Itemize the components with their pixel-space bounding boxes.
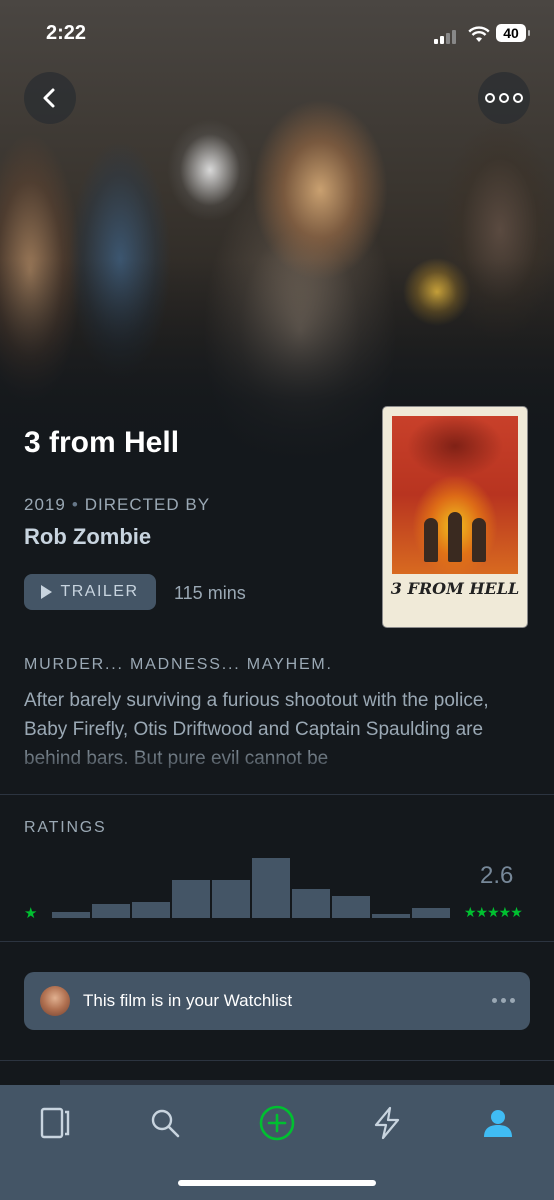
poster-title: 3 FROM HELL [390,579,520,598]
more-options-button[interactable] [478,72,530,124]
histogram-bar[interactable] [172,880,210,918]
histogram-bar[interactable] [412,908,450,918]
wifi-icon [468,26,490,42]
tab-add[interactable] [257,1103,297,1143]
synopsis-fade [0,740,554,780]
watchlist-card[interactable]: This film is in your Watchlist [24,972,530,1030]
film-title: 3 from Hell [24,426,180,459]
divider [0,794,554,795]
ratings-label: RATINGS [24,819,107,836]
lightning-icon [374,1106,400,1140]
divider [0,1060,554,1061]
plus-circle-icon [259,1105,295,1141]
tab-search[interactable] [145,1103,185,1143]
watchlist-text: This film is in your Watchlist [83,991,293,1010]
status-bar: 2:22 40 [0,22,554,48]
histogram-bar[interactable] [132,902,170,918]
directed-by-label: DIRECTED BY [84,495,211,514]
battery-icon: 40 [496,24,530,42]
ratings-histogram[interactable] [52,858,450,918]
histogram-bar[interactable] [92,904,130,918]
chevron-left-icon [43,88,55,108]
histogram-bar[interactable] [332,896,370,918]
ratings-average: 2.6 [480,862,514,889]
histogram-bar[interactable] [372,914,410,918]
search-icon [151,1109,180,1138]
status-time: 2:22 [46,22,87,44]
trailer-label: TRAILER [60,583,139,600]
tab-activity[interactable] [367,1103,407,1143]
watchlist-more-icon[interactable] [492,998,519,1003]
avatar [40,986,70,1016]
tab-profile[interactable] [478,1103,518,1143]
histogram-bar[interactable] [292,889,330,918]
poster-artwork [392,416,518,574]
divider [0,941,554,942]
play-icon [41,585,53,599]
film-meta: 2019 • DIRECTED BY [24,495,211,514]
home-indicator [178,1180,376,1186]
film-icon [40,1107,70,1139]
histogram-bar[interactable] [212,880,250,918]
tab-films[interactable] [35,1103,75,1143]
cellular-signal-icon [434,28,460,44]
backdrop-fade [0,0,554,470]
person-icon [484,1110,512,1137]
back-button[interactable] [24,72,76,124]
max-rating-stars: ★★★★★ [464,904,523,920]
histogram-bar[interactable] [52,912,90,918]
director-name[interactable]: Rob Zombie [24,524,151,550]
trailer-button[interactable]: TRAILER [24,574,156,610]
film-poster[interactable]: 3 FROM HELL [382,406,528,628]
min-rating-star: ★ [24,905,38,922]
histogram-bar[interactable] [252,858,290,918]
runtime: 115 mins [174,583,246,603]
film-year[interactable]: 2019 [24,495,66,514]
tagline: MURDER... MADNESS... MAYHEM. [24,656,333,673]
ellipsis-icon [483,93,525,103]
